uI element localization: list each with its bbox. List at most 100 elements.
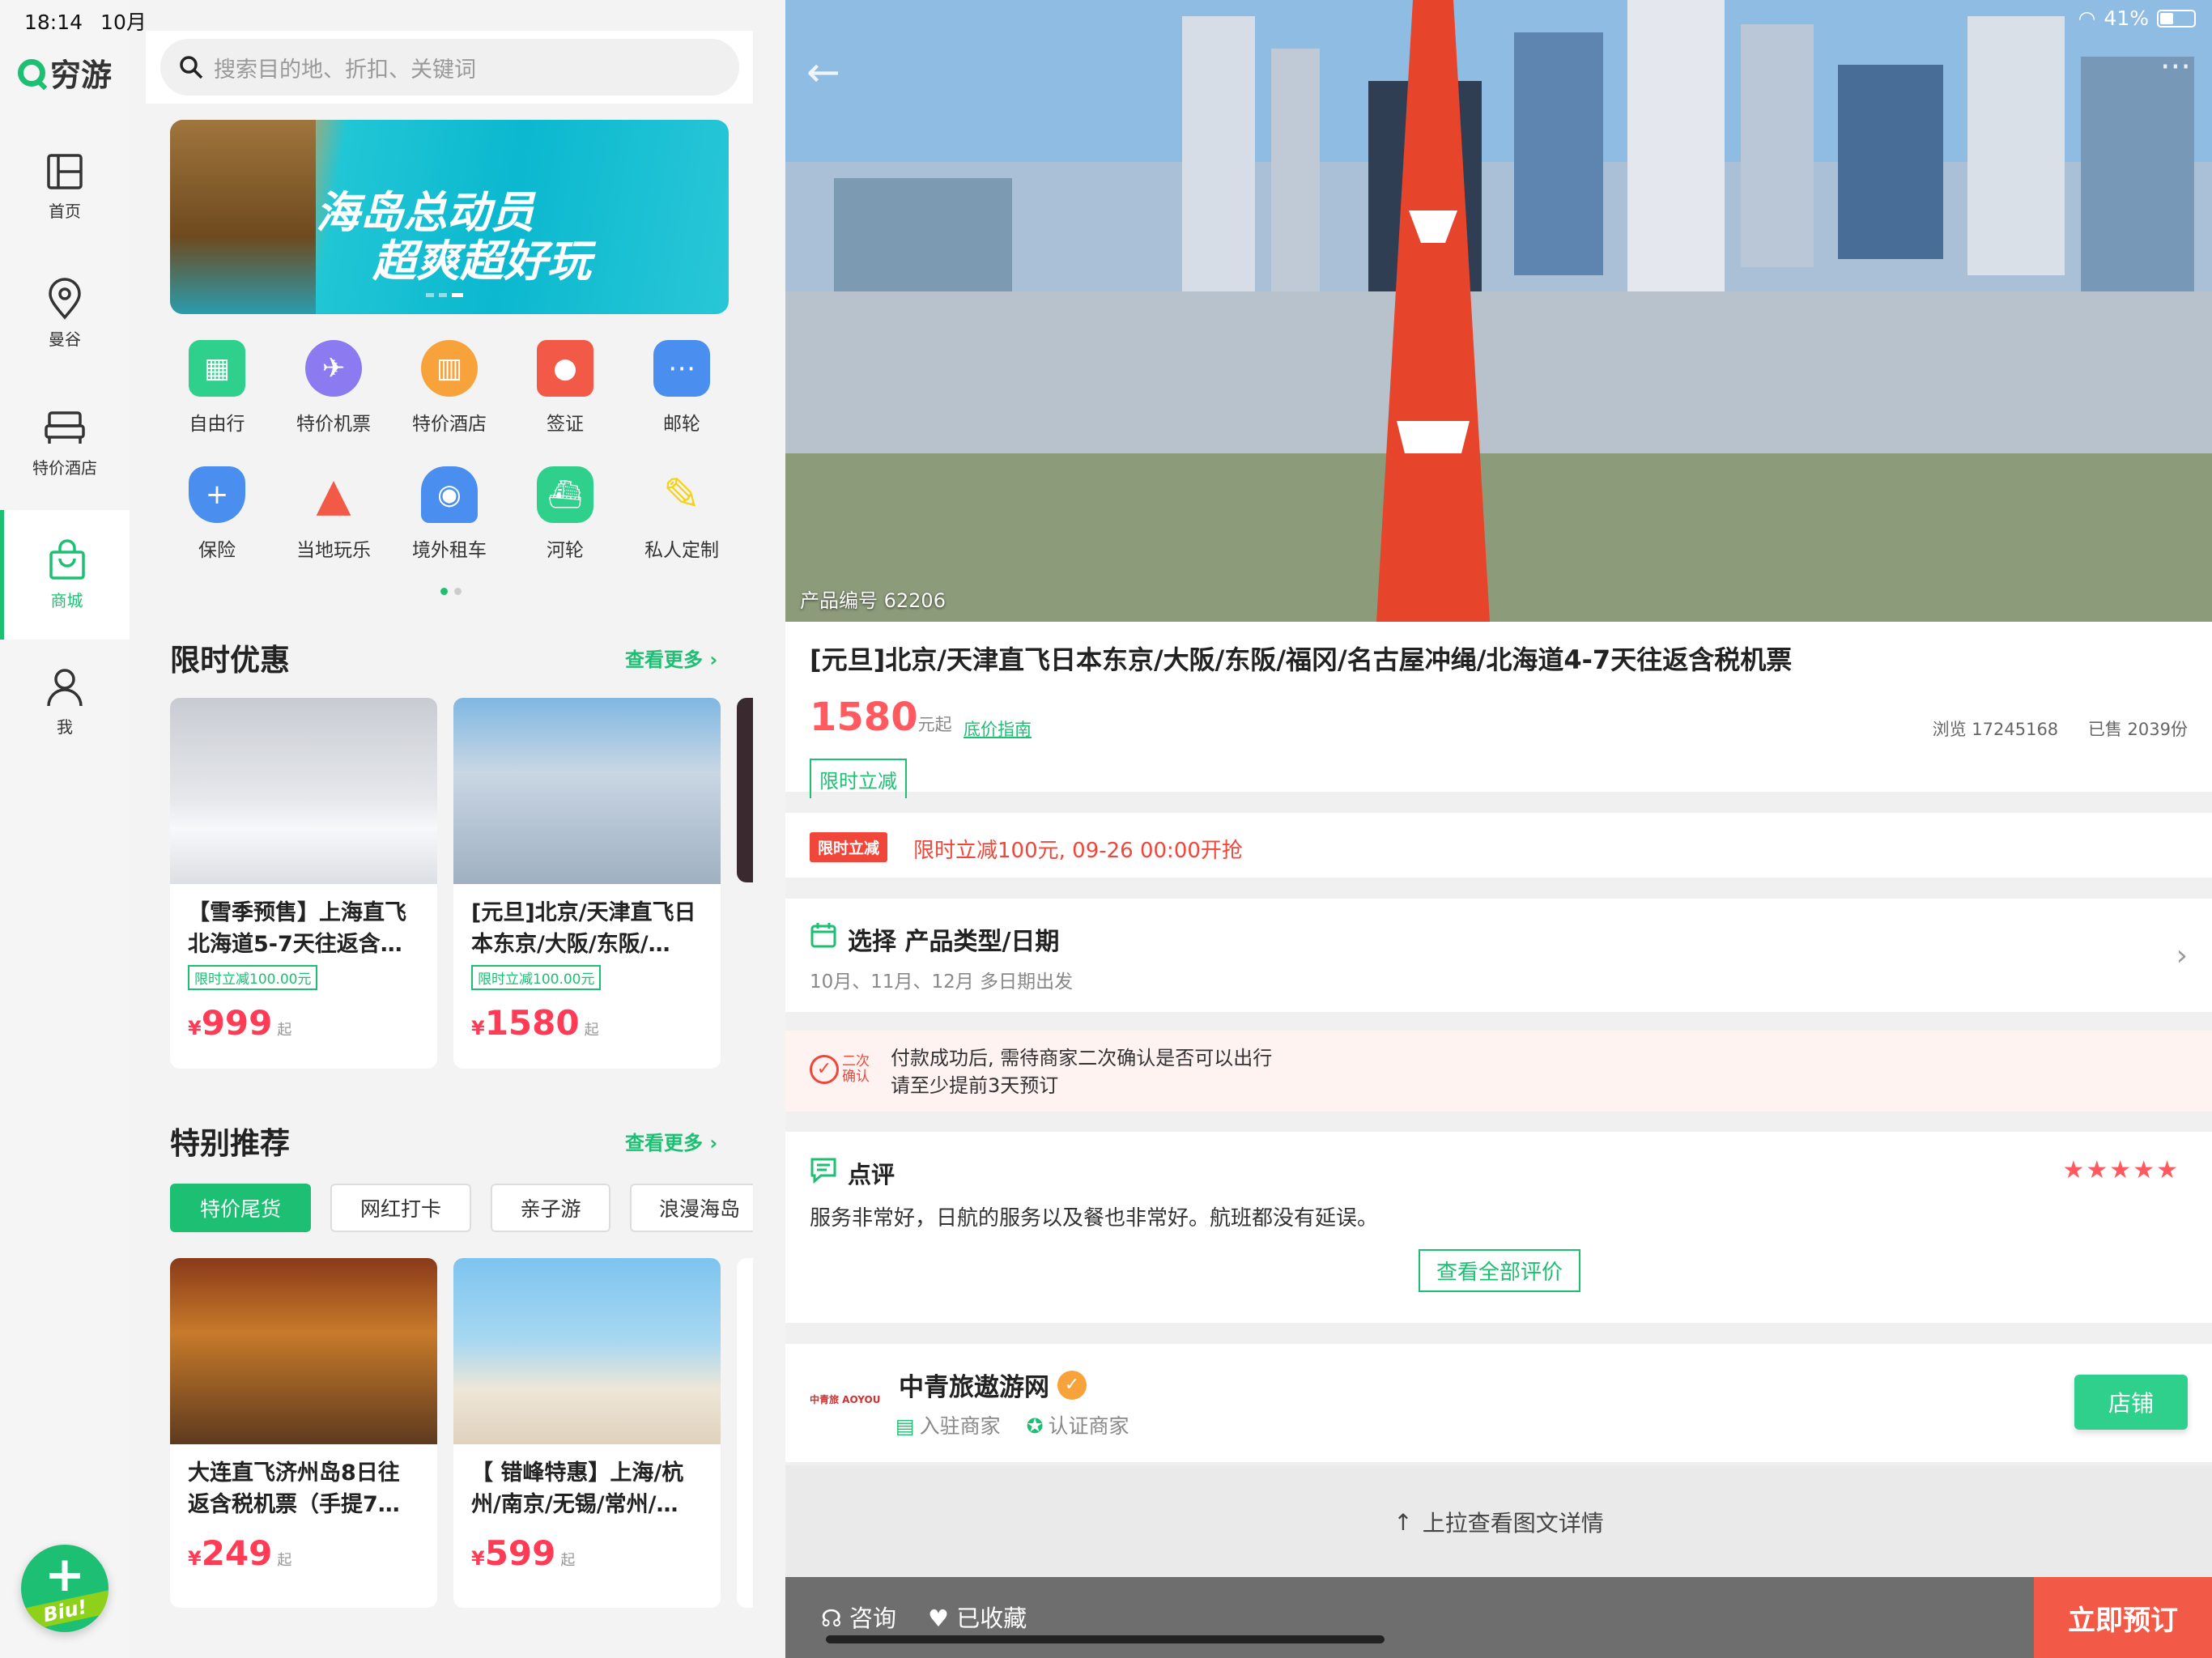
sold-count: 2039份 — [2127, 720, 2188, 739]
nav-bangkok-label: 曼谷 — [49, 329, 81, 349]
cat-label: 河轮 — [547, 540, 584, 561]
system-status-right: ◠ 41% — [2078, 6, 2196, 30]
promo-text: 限时立减100元, 09-26 00:00开抢 — [913, 839, 1243, 863]
app-logo[interactable]: 穷游 — [18, 50, 112, 95]
heart-icon: ♥ — [928, 1605, 949, 1632]
shop-button[interactable]: 店铺 — [2074, 1375, 2188, 1430]
shop-name-text: 中青旅遨游网 — [899, 1373, 1049, 1402]
card-price: ¥999 起 — [170, 990, 437, 1056]
pull-up-hint[interactable]: ↑ 上拉查看图文详情 — [785, 1465, 2212, 1579]
review-title: 点评 — [848, 1161, 895, 1188]
nav-hotel[interactable]: 特价酒店 — [0, 406, 130, 478]
search-input[interactable]: 搜索目的地、折扣、关键词 — [160, 39, 739, 96]
card-title: 【雪季预售】上海直飞北海道5-7天往返含… — [188, 900, 406, 957]
featured-card-jeju[interactable]: 大连直飞济州岛8日往返含税机票（手提7… ¥249 起 — [170, 1258, 437, 1608]
hero-image-tokyo-tower: ← ··· 产品编号 62206 — [785, 0, 2212, 622]
featured-more-link[interactable]: 查看更多 › — [625, 1127, 717, 1155]
chip-clearance[interactable]: 特价尾货 — [170, 1184, 311, 1232]
more-options-icon[interactable]: ··· — [2160, 49, 2191, 86]
cat-label: 签证 — [547, 414, 584, 435]
cat-label: 当地玩乐 — [296, 540, 371, 561]
cat-label: 保险 — [198, 540, 236, 561]
medal-icon: ✪ — [1026, 1414, 1044, 1438]
nav-me[interactable]: 我 — [0, 665, 130, 738]
nav-home-label: 首页 — [49, 202, 81, 221]
cat-flights[interactable]: ✈ 特价机票 — [277, 340, 390, 436]
back-arrow-icon[interactable]: ← — [806, 49, 840, 96]
chip-romantic-island[interactable]: 浪漫海岛 — [630, 1184, 753, 1232]
search-icon — [180, 56, 203, 79]
price-unit: 起 — [277, 1552, 292, 1569]
cat-local-fun[interactable]: ▲ 当地玩乐 — [277, 466, 390, 562]
nav-mall[interactable]: 商城 — [0, 510, 130, 640]
price-value: 1580 — [810, 695, 918, 740]
pencil-icon: ✎ — [662, 468, 701, 521]
cat-hotel[interactable]: ▥ 特价酒店 — [393, 340, 506, 436]
shop-name[interactable]: 中青旅遨游网 ✓ — [899, 1367, 1087, 1403]
cat-free-travel[interactable]: ▦ 自由行 — [160, 340, 274, 436]
nav-bangkok[interactable]: 曼谷 — [0, 278, 130, 350]
cat-label: 自由行 — [189, 414, 245, 435]
cat-car-rental[interactable]: ◉ 境外租车 — [393, 466, 506, 562]
cat-river-cruise[interactable]: ⛴ 河轮 — [508, 466, 622, 562]
cat-label: 邮轮 — [663, 414, 700, 435]
chevron-right-icon: › — [709, 1132, 718, 1154]
featured-card-off-peak[interactable]: 【 错峰特惠】上海/杭州/南京/无锡/常州/… ¥599 起 — [453, 1258, 721, 1608]
promo-banner[interactable]: 海岛总动员 超爽超好玩 — [170, 120, 729, 314]
card-title: 大连直飞济州岛8日往返含税机票（手提7… — [188, 1460, 400, 1517]
shop-tags: ▤ 入驻商家 ✪ 认证商家 — [895, 1410, 1149, 1439]
select-date-subtitle: 10月、11月、12月 多日期出发 — [810, 971, 1074, 993]
favorite-button[interactable]: ♥ 已收藏 — [928, 1600, 1027, 1634]
card-price: ¥1580 起 — [453, 990, 721, 1056]
featured-card-peek[interactable] — [737, 1258, 753, 1608]
plus-icon: + — [44, 1546, 86, 1603]
view-all-reviews-button[interactable]: 查看全部评价 — [1419, 1249, 1581, 1292]
chevron-right-icon[interactable]: › — [2176, 939, 2188, 972]
views-label: 浏览 — [1932, 720, 1967, 739]
chip-influencer[interactable]: 网红打卡 — [330, 1184, 471, 1232]
logo-q-icon — [18, 58, 45, 87]
home-icon — [47, 154, 83, 189]
select-type-date-title[interactable]: 选择 产品类型/日期 — [848, 921, 1059, 957]
price-value: 999 — [201, 1003, 273, 1043]
card-image-tokyo-tower — [453, 698, 721, 884]
calendar-icon — [810, 923, 836, 948]
store-icon: ▤ — [895, 1414, 915, 1438]
cat-label: 境外租车 — [412, 540, 487, 561]
product-stats: 浏览 17245168 已售 2039份 — [1908, 716, 2188, 741]
second-confirm-badge: ✓ 二次 确认 — [810, 1054, 870, 1085]
notice-line2: 请至少提前3天预订 — [891, 1074, 1059, 1097]
cat-visa[interactable]: ● 签证 — [508, 340, 622, 436]
nav-home[interactable]: 首页 — [0, 150, 130, 222]
pull-hint-text: 上拉查看图文详情 — [1422, 1510, 1604, 1537]
product-detail-panel: ← ··· 产品编号 62206 ◠ 41% [元旦]北京/天津直飞日本东京/大… — [785, 0, 2212, 1658]
nav-me-label: 我 — [57, 717, 73, 737]
arrow-up-icon: ↑ — [1393, 1508, 1413, 1536]
price-guide-link[interactable]: 底价指南 — [963, 716, 1032, 741]
flash-card-peek[interactable] — [737, 698, 753, 882]
cat-cruise[interactable]: ⋯ 邮轮 — [625, 340, 738, 436]
boat-icon: ⛴ — [537, 466, 593, 523]
card-image-snow-kids — [170, 698, 437, 884]
banner-line2: 超爽超好玩 — [372, 236, 591, 287]
comment-icon — [810, 1158, 836, 1184]
shop-tag2-text: 认证商家 — [1048, 1414, 1129, 1438]
flash-card-hokkaido[interactable]: 【雪季预售】上海直飞北海道5-7天往返含… 限时立减100.00元 ¥999 起 — [170, 698, 437, 1069]
wifi-icon: ◠ — [2078, 6, 2096, 30]
flash-card-japan[interactable]: [元旦]北京/天津直飞日本东京/大阪/东阪/… 限时立减100.00元 ¥158… — [453, 698, 721, 1069]
rating-stars-icon: ★★★★★ — [2062, 1156, 2180, 1184]
consult-button[interactable]: ☊ 咨询 — [821, 1600, 896, 1634]
status-time: 18:14 — [24, 11, 83, 34]
ship-icon: ⋯ — [653, 340, 710, 397]
review-text: 服务非常好，日航的服务以及餐也非常好。航班都没有延误。 — [810, 1206, 1379, 1231]
banner-hut-image — [170, 120, 316, 314]
cat-insurance[interactable]: + 保险 — [160, 466, 274, 562]
flash-sale-more-link[interactable]: 查看更多 › — [625, 644, 717, 672]
card-discount-tag: 限时立减100.00元 — [188, 965, 318, 990]
cat-custom[interactable]: ✎ 私人定制 — [625, 466, 738, 562]
more-label: 查看更多 — [625, 1132, 703, 1154]
nav-mall-label: 商城 — [50, 590, 83, 610]
chip-family[interactable]: 亲子游 — [491, 1184, 610, 1232]
book-now-button[interactable]: 立即预订 — [2034, 1577, 2212, 1658]
biu-fab-button[interactable]: + Biu! — [21, 1545, 108, 1632]
